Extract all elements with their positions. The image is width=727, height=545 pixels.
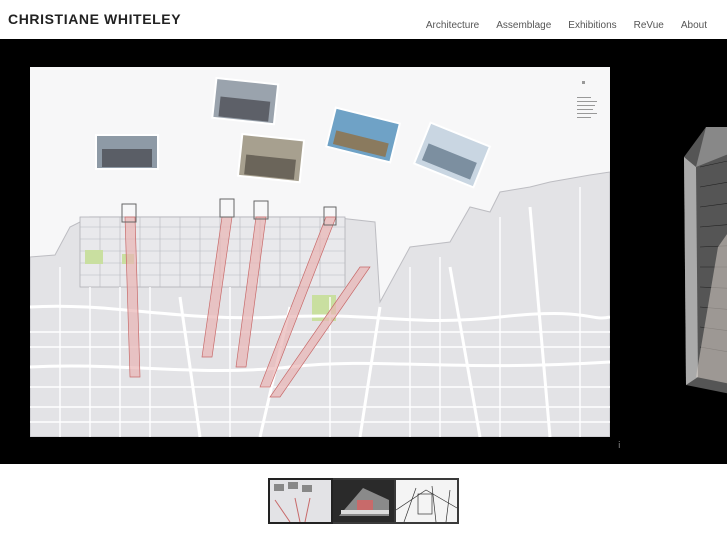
nav-link-assemblage[interactable]: Assemblage	[496, 20, 551, 31]
urban-plan-drawing[interactable]	[30, 67, 610, 437]
nav-link-architecture[interactable]: Architecture	[426, 20, 479, 31]
nav-link-revue[interactable]: ReVue	[634, 20, 664, 31]
site-header: CHRISTIANE WHITELEY Architecture Assembl…	[0, 0, 727, 39]
model-artwork	[684, 127, 727, 394]
info-icon[interactable]: ⅰ	[618, 441, 621, 451]
thumbnail-city-drawing[interactable]	[396, 480, 457, 522]
site-title[interactable]: CHRISTIANE WHITELEY	[8, 11, 181, 27]
thumbnail-model-section[interactable]	[333, 480, 394, 522]
slideshow-stage: ⅰ	[0, 39, 727, 464]
next-slide-preview[interactable]	[676, 127, 727, 407]
nav-link-about[interactable]: About	[681, 20, 707, 31]
main-nav: Architecture Assemblage Exhibitions ReVu…	[426, 20, 707, 31]
map-artwork	[30, 67, 610, 437]
thumbnail-map-plan[interactable]	[268, 478, 333, 524]
nav-link-exhibitions[interactable]: Exhibitions	[568, 20, 616, 31]
thumbnail-strip	[268, 478, 459, 524]
